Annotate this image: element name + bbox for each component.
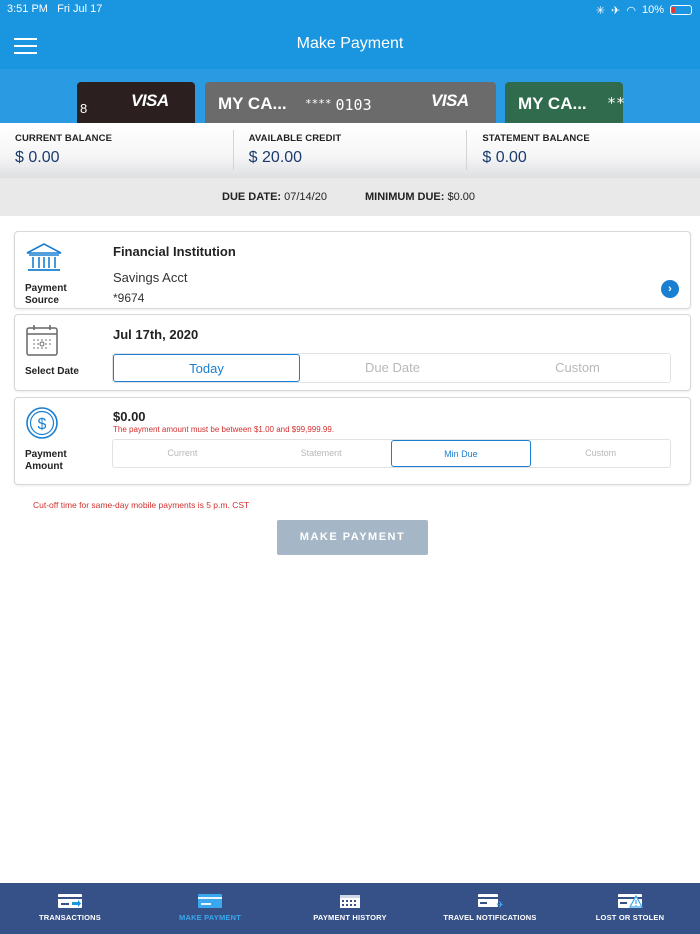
svg-text:✈: ✈ bbox=[496, 900, 503, 909]
due-date-label: DUE DATE: bbox=[222, 191, 282, 203]
make-payment-screen: 3:51 PM Fri Jul 17 ✳ ✈ ◠ 10% Make Paymen… bbox=[0, 0, 700, 934]
minimum-due-label: MINIMUM DUE: bbox=[365, 191, 445, 203]
current-balance-value: $ 0.00 bbox=[15, 149, 60, 166]
page-title: Make Payment bbox=[296, 35, 404, 52]
tab-label: LOST OR STOLEN bbox=[595, 913, 665, 922]
status-bar: 3:51 PM Fri Jul 17 ✳ ✈ ◠ 10% bbox=[7, 3, 692, 17]
amount-option-current[interactable]: Current bbox=[113, 440, 252, 467]
due-date: DUE DATE: 07/14/20 bbox=[222, 191, 327, 203]
select-date-panel: Select Date Jul 17th, 2020 Today Due Dat… bbox=[14, 314, 691, 391]
transactions-card-icon bbox=[58, 894, 82, 908]
bottom-tab-bar: TRANSACTIONS MAKE PAYMENT PAYMENT HISTOR… bbox=[0, 883, 700, 934]
visa-logo: VISA bbox=[131, 91, 169, 110]
calendar-history-icon bbox=[340, 895, 360, 908]
minimum-due-value: $0.00 bbox=[447, 191, 476, 203]
make-payment-button[interactable]: MAKE PAYMENT bbox=[277, 520, 428, 555]
amount-option-custom[interactable]: Custom bbox=[531, 440, 670, 467]
wifi-icon: ◠ bbox=[626, 4, 636, 17]
chevron-right-icon[interactable]: › bbox=[661, 280, 679, 298]
payment-amount-value[interactable]: $0.00 bbox=[113, 409, 146, 424]
institution-name: Financial Institution bbox=[113, 244, 236, 259]
battery-percent: 10% bbox=[641, 4, 664, 16]
visa-logo: VISA bbox=[431, 91, 469, 110]
tab-travel-notifications[interactable]: ✈ TRAVEL NOTIFICATIONS bbox=[420, 883, 560, 934]
app-header: 3:51 PM Fri Jul 17 ✳ ✈ ◠ 10% Make Paymen… bbox=[0, 0, 700, 69]
payment-amount-label: Payment Amount bbox=[25, 449, 67, 472]
payment-card-icon bbox=[198, 894, 222, 908]
warning-card-icon bbox=[618, 894, 643, 908]
travel-card-icon: ✈ bbox=[478, 894, 503, 909]
status-right: ✳ ✈ ◠ 10% bbox=[596, 3, 692, 17]
payment-source-label: Payment Source bbox=[25, 283, 67, 306]
card-selected[interactable]: MY CA... **** 0103 VISA bbox=[205, 82, 496, 123]
calendar-icon bbox=[26, 325, 58, 356]
tab-label: TRAVEL NOTIFICATIONS bbox=[443, 913, 537, 922]
tab-payment-history[interactable]: PAYMENT HISTORY bbox=[280, 883, 420, 934]
available-credit-value: $ 20.00 bbox=[248, 149, 303, 166]
amount-option-statement[interactable]: Statement bbox=[252, 440, 391, 467]
amount-option-min-due[interactable]: Min Due bbox=[390, 440, 532, 467]
battery-icon bbox=[670, 5, 692, 15]
card-next[interactable]: MY CA... ** bbox=[505, 82, 626, 123]
payment-source-icon-group: Payment Source bbox=[25, 242, 85, 307]
payment-amount-panel: $ Payment Amount $0.00 The payment amoun… bbox=[14, 397, 691, 485]
statement-balance-value: $ 0.00 bbox=[482, 149, 527, 166]
card-name: MY CA... bbox=[218, 94, 287, 113]
available-credit: AVAILABLE CREDIT $ 20.00 bbox=[234, 130, 468, 170]
statement-balance-label: STATEMENT BALANCE bbox=[482, 133, 590, 144]
tab-lost-or-stolen[interactable]: LOST OR STOLEN bbox=[560, 883, 700, 934]
account-number: *9674 bbox=[113, 291, 145, 305]
cutoff-note: Cut-off time for same-day mobile payment… bbox=[33, 500, 250, 510]
card-mask: ** bbox=[607, 94, 626, 112]
tab-label: TRANSACTIONS bbox=[39, 913, 101, 922]
card-previous[interactable]: 8 VISA bbox=[77, 82, 195, 123]
statement-balance: STATEMENT BALANCE $ 0.00 bbox=[467, 130, 700, 170]
payment-source-panel[interactable]: Payment Source Financial Institution Sav… bbox=[14, 231, 691, 309]
date-option-today[interactable]: Today bbox=[113, 354, 300, 382]
svg-text:$: $ bbox=[38, 416, 47, 433]
card-name: MY CA... bbox=[518, 94, 587, 113]
select-date-icon-group: Select Date bbox=[25, 323, 85, 378]
select-date-label: Select Date bbox=[25, 366, 79, 377]
current-balance-label: CURRENT BALANCE bbox=[15, 133, 113, 144]
dollar-icon: $ bbox=[26, 407, 58, 439]
account-type: Savings Acct bbox=[113, 270, 188, 285]
card-partial-text: 8 bbox=[80, 101, 88, 116]
bank-icon bbox=[26, 243, 62, 271]
available-credit-label: AVAILABLE CREDIT bbox=[248, 133, 342, 144]
due-info: DUE DATE: 07/14/20 MINIMUM DUE: $0.00 bbox=[0, 178, 700, 216]
status-time: 3:51 PM bbox=[7, 3, 48, 15]
tab-transactions[interactable]: TRANSACTIONS bbox=[0, 883, 140, 934]
selected-date: Jul 17th, 2020 bbox=[113, 327, 199, 342]
current-balance: CURRENT BALANCE $ 0.00 bbox=[0, 130, 234, 170]
card-mask: **** bbox=[305, 97, 332, 110]
payment-amount-error: The payment amount must be between $1.00… bbox=[113, 425, 335, 434]
card-number: **** 0103 bbox=[305, 96, 372, 114]
payment-amount-icon-group: $ Payment Amount bbox=[25, 406, 85, 473]
amount-option-selector: Current Statement Min Due Custom bbox=[112, 439, 671, 468]
tab-label: MAKE PAYMENT bbox=[179, 913, 241, 922]
date-option-due-date[interactable]: Due Date bbox=[300, 354, 485, 382]
status-date: Fri Jul 17 bbox=[57, 3, 103, 15]
minimum-due: MINIMUM DUE: $0.00 bbox=[365, 191, 475, 203]
balance-summary: CURRENT BALANCE $ 0.00 AVAILABLE CREDIT … bbox=[0, 123, 700, 178]
status-left: 3:51 PM Fri Jul 17 bbox=[7, 3, 102, 17]
card-carousel[interactable]: 8 VISA MY CA... **** 0103 VISA MY CA... *… bbox=[0, 69, 700, 123]
loading-icon: ✳ bbox=[595, 4, 606, 17]
due-date-value: 07/14/20 bbox=[284, 191, 327, 203]
date-option-custom[interactable]: Custom bbox=[485, 354, 670, 382]
tab-make-payment[interactable]: MAKE PAYMENT bbox=[140, 883, 280, 934]
date-option-selector: Today Due Date Custom bbox=[112, 353, 671, 383]
card-last4: 0103 bbox=[335, 96, 372, 114]
tab-label: PAYMENT HISTORY bbox=[313, 913, 387, 922]
airplane-icon: ✈ bbox=[611, 4, 621, 17]
